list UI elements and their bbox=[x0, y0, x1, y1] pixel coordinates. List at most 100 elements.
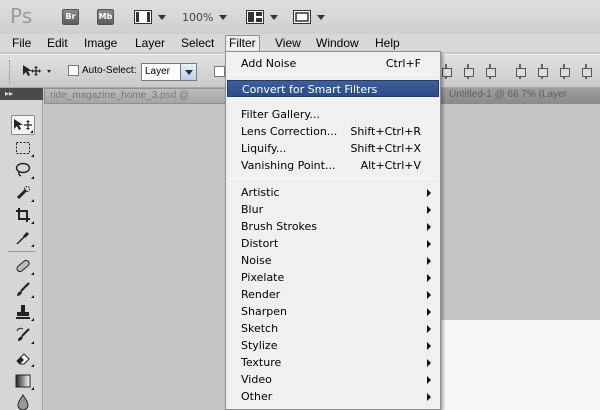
tool-separator bbox=[8, 251, 36, 252]
menu-filter[interactable]: Filter bbox=[225, 35, 260, 51]
submenu-pixelate[interactable]: Pixelate bbox=[227, 269, 439, 286]
document-tab[interactable]: Untitled-1 @ 66.7% (Layer bbox=[440, 88, 600, 104]
arrange-documents-icon bbox=[246, 10, 264, 24]
chevron-down-icon[interactable] bbox=[180, 64, 196, 80]
submenu-distort[interactable]: Distort bbox=[227, 235, 439, 252]
submenu-render[interactable]: Render bbox=[227, 286, 439, 303]
bridge-button[interactable]: Br bbox=[62, 9, 79, 25]
submenu-arrow-icon bbox=[427, 206, 431, 214]
gradient-tool-icon bbox=[15, 374, 31, 388]
brush-tool[interactable] bbox=[11, 279, 35, 299]
eraser-tool-icon bbox=[16, 353, 30, 365]
document-tab[interactable]: ride_magazine_home_3.psd @ bbox=[44, 88, 230, 104]
crop-tool-icon bbox=[16, 208, 30, 222]
menu-item-label: Sharpen bbox=[241, 305, 287, 318]
submenu-arrow-icon bbox=[427, 393, 431, 401]
submenu-sharpen[interactable]: Sharpen bbox=[227, 303, 439, 320]
submenu-arrow-icon bbox=[427, 274, 431, 282]
submenu-arrow-icon bbox=[427, 342, 431, 350]
submenu-sketch[interactable]: Sketch bbox=[227, 320, 439, 337]
auto-select-checkbox[interactable] bbox=[68, 65, 79, 76]
menu-item-liquify[interactable]: Liquify... Shift+Ctrl+X bbox=[227, 140, 439, 157]
lasso-tool-icon bbox=[15, 162, 31, 177]
submenu-artistic[interactable]: Artistic bbox=[227, 184, 439, 201]
eyedropper-tool[interactable] bbox=[11, 228, 35, 248]
healing-brush-tool-icon bbox=[16, 259, 30, 273]
crop-tool[interactable] bbox=[11, 205, 35, 225]
eraser-tool[interactable] bbox=[11, 348, 35, 368]
zoom-level-select[interactable]: 100% bbox=[182, 8, 228, 26]
blur-tool[interactable] bbox=[11, 392, 35, 410]
distribute-icon[interactable] bbox=[514, 63, 526, 81]
quick-selection-tool[interactable] bbox=[11, 183, 35, 203]
auto-select-option[interactable]: Auto-Select: bbox=[68, 65, 136, 76]
menu-item-label: Lens Correction... bbox=[241, 125, 338, 138]
submenu-arrow-icon bbox=[427, 359, 431, 367]
submenu-video[interactable]: Video bbox=[227, 371, 439, 388]
submenu-other[interactable]: Other bbox=[227, 388, 439, 405]
menu-help[interactable]: Help bbox=[372, 35, 403, 51]
auto-select-label: Auto-Select: bbox=[82, 65, 137, 76]
submenu-brush-strokes[interactable]: Brush Strokes bbox=[227, 218, 439, 235]
distribute-icon[interactable] bbox=[536, 63, 548, 81]
move-tool[interactable] bbox=[11, 115, 35, 135]
menu-item-label: Video bbox=[241, 373, 272, 386]
submenu-arrow-icon bbox=[427, 291, 431, 299]
expand-panel-icon[interactable]: ▸▸ bbox=[5, 89, 13, 98]
menu-item-label: Vanishing Point... bbox=[241, 159, 336, 172]
menu-edit[interactable]: Edit bbox=[44, 35, 71, 51]
document-canvas[interactable] bbox=[440, 320, 600, 410]
menu-item-convert-for-smart-filters[interactable]: Convert for Smart Filters bbox=[227, 80, 439, 97]
align-icon[interactable] bbox=[484, 63, 496, 81]
menu-item-label: Stylize bbox=[241, 339, 278, 352]
gradient-tool[interactable] bbox=[11, 371, 35, 391]
menu-item-vanishing-point[interactable]: Vanishing Point... Alt+Ctrl+V bbox=[227, 157, 439, 174]
menu-file[interactable]: File bbox=[9, 35, 34, 51]
align-controls bbox=[440, 63, 600, 81]
auto-select-target-select[interactable]: Layer bbox=[141, 63, 197, 81]
menu-item-lens-correction[interactable]: Lens Correction... Shift+Ctrl+R bbox=[227, 123, 439, 140]
options-bar-grip[interactable] bbox=[9, 60, 12, 84]
menu-item-label: Filter Gallery... bbox=[241, 108, 320, 121]
align-icon[interactable] bbox=[440, 63, 452, 81]
menu-item-shortcut: Shift+Ctrl+R bbox=[350, 125, 421, 138]
menu-item-label: Texture bbox=[241, 356, 282, 369]
tools-panel-header[interactable]: ▸▸ bbox=[0, 88, 43, 100]
clone-stamp-tool[interactable] bbox=[11, 302, 35, 322]
distribute-icon[interactable] bbox=[558, 63, 570, 81]
arrange-documents-button[interactable] bbox=[246, 8, 278, 26]
menu-select[interactable]: Select bbox=[178, 35, 217, 51]
menu-item-label: Render bbox=[241, 288, 281, 301]
mini-bridge-button[interactable]: Mb bbox=[97, 9, 114, 25]
submenu-blur[interactable]: Blur bbox=[227, 201, 439, 218]
distribute-icon[interactable] bbox=[580, 63, 592, 81]
menu-separator bbox=[229, 178, 437, 179]
menu-layer[interactable]: Layer bbox=[132, 35, 168, 51]
submenu-noise[interactable]: Noise bbox=[227, 252, 439, 269]
healing-brush-tool[interactable] bbox=[11, 256, 35, 276]
submenu-texture[interactable]: Texture bbox=[227, 354, 439, 371]
history-brush-tool[interactable] bbox=[11, 325, 35, 345]
tool-preset-picker[interactable] bbox=[22, 64, 56, 81]
menu-separator bbox=[229, 100, 437, 101]
menu-separator bbox=[229, 74, 437, 75]
eyedropper-tool-icon bbox=[16, 231, 30, 245]
lasso-tool[interactable] bbox=[11, 160, 35, 180]
menu-window[interactable]: Window bbox=[313, 35, 362, 51]
menu-view[interactable]: View bbox=[272, 35, 304, 51]
align-icon[interactable] bbox=[462, 63, 474, 81]
menu-item-last-filter[interactable]: Add Noise Ctrl+F bbox=[227, 55, 439, 72]
screen-mode-button[interactable] bbox=[293, 8, 325, 26]
show-transform-controls-checkbox[interactable] bbox=[214, 66, 225, 77]
marquee-tool[interactable] bbox=[11, 138, 35, 158]
menu-item-label: Noise bbox=[241, 254, 272, 267]
menu-item-filter-gallery[interactable]: Filter Gallery... bbox=[227, 106, 439, 123]
chevron-down-icon bbox=[317, 14, 325, 20]
move-tool-icon bbox=[23, 65, 51, 76]
chevron-down-icon bbox=[158, 14, 166, 20]
view-extras-button[interactable] bbox=[134, 8, 166, 26]
menu-image[interactable]: Image bbox=[81, 35, 120, 51]
submenu-stylize[interactable]: Stylize bbox=[227, 337, 439, 354]
menu-item-label: Artistic bbox=[241, 186, 280, 199]
filter-menu: Add Noise Ctrl+F Convert for Smart Filte… bbox=[225, 51, 441, 410]
